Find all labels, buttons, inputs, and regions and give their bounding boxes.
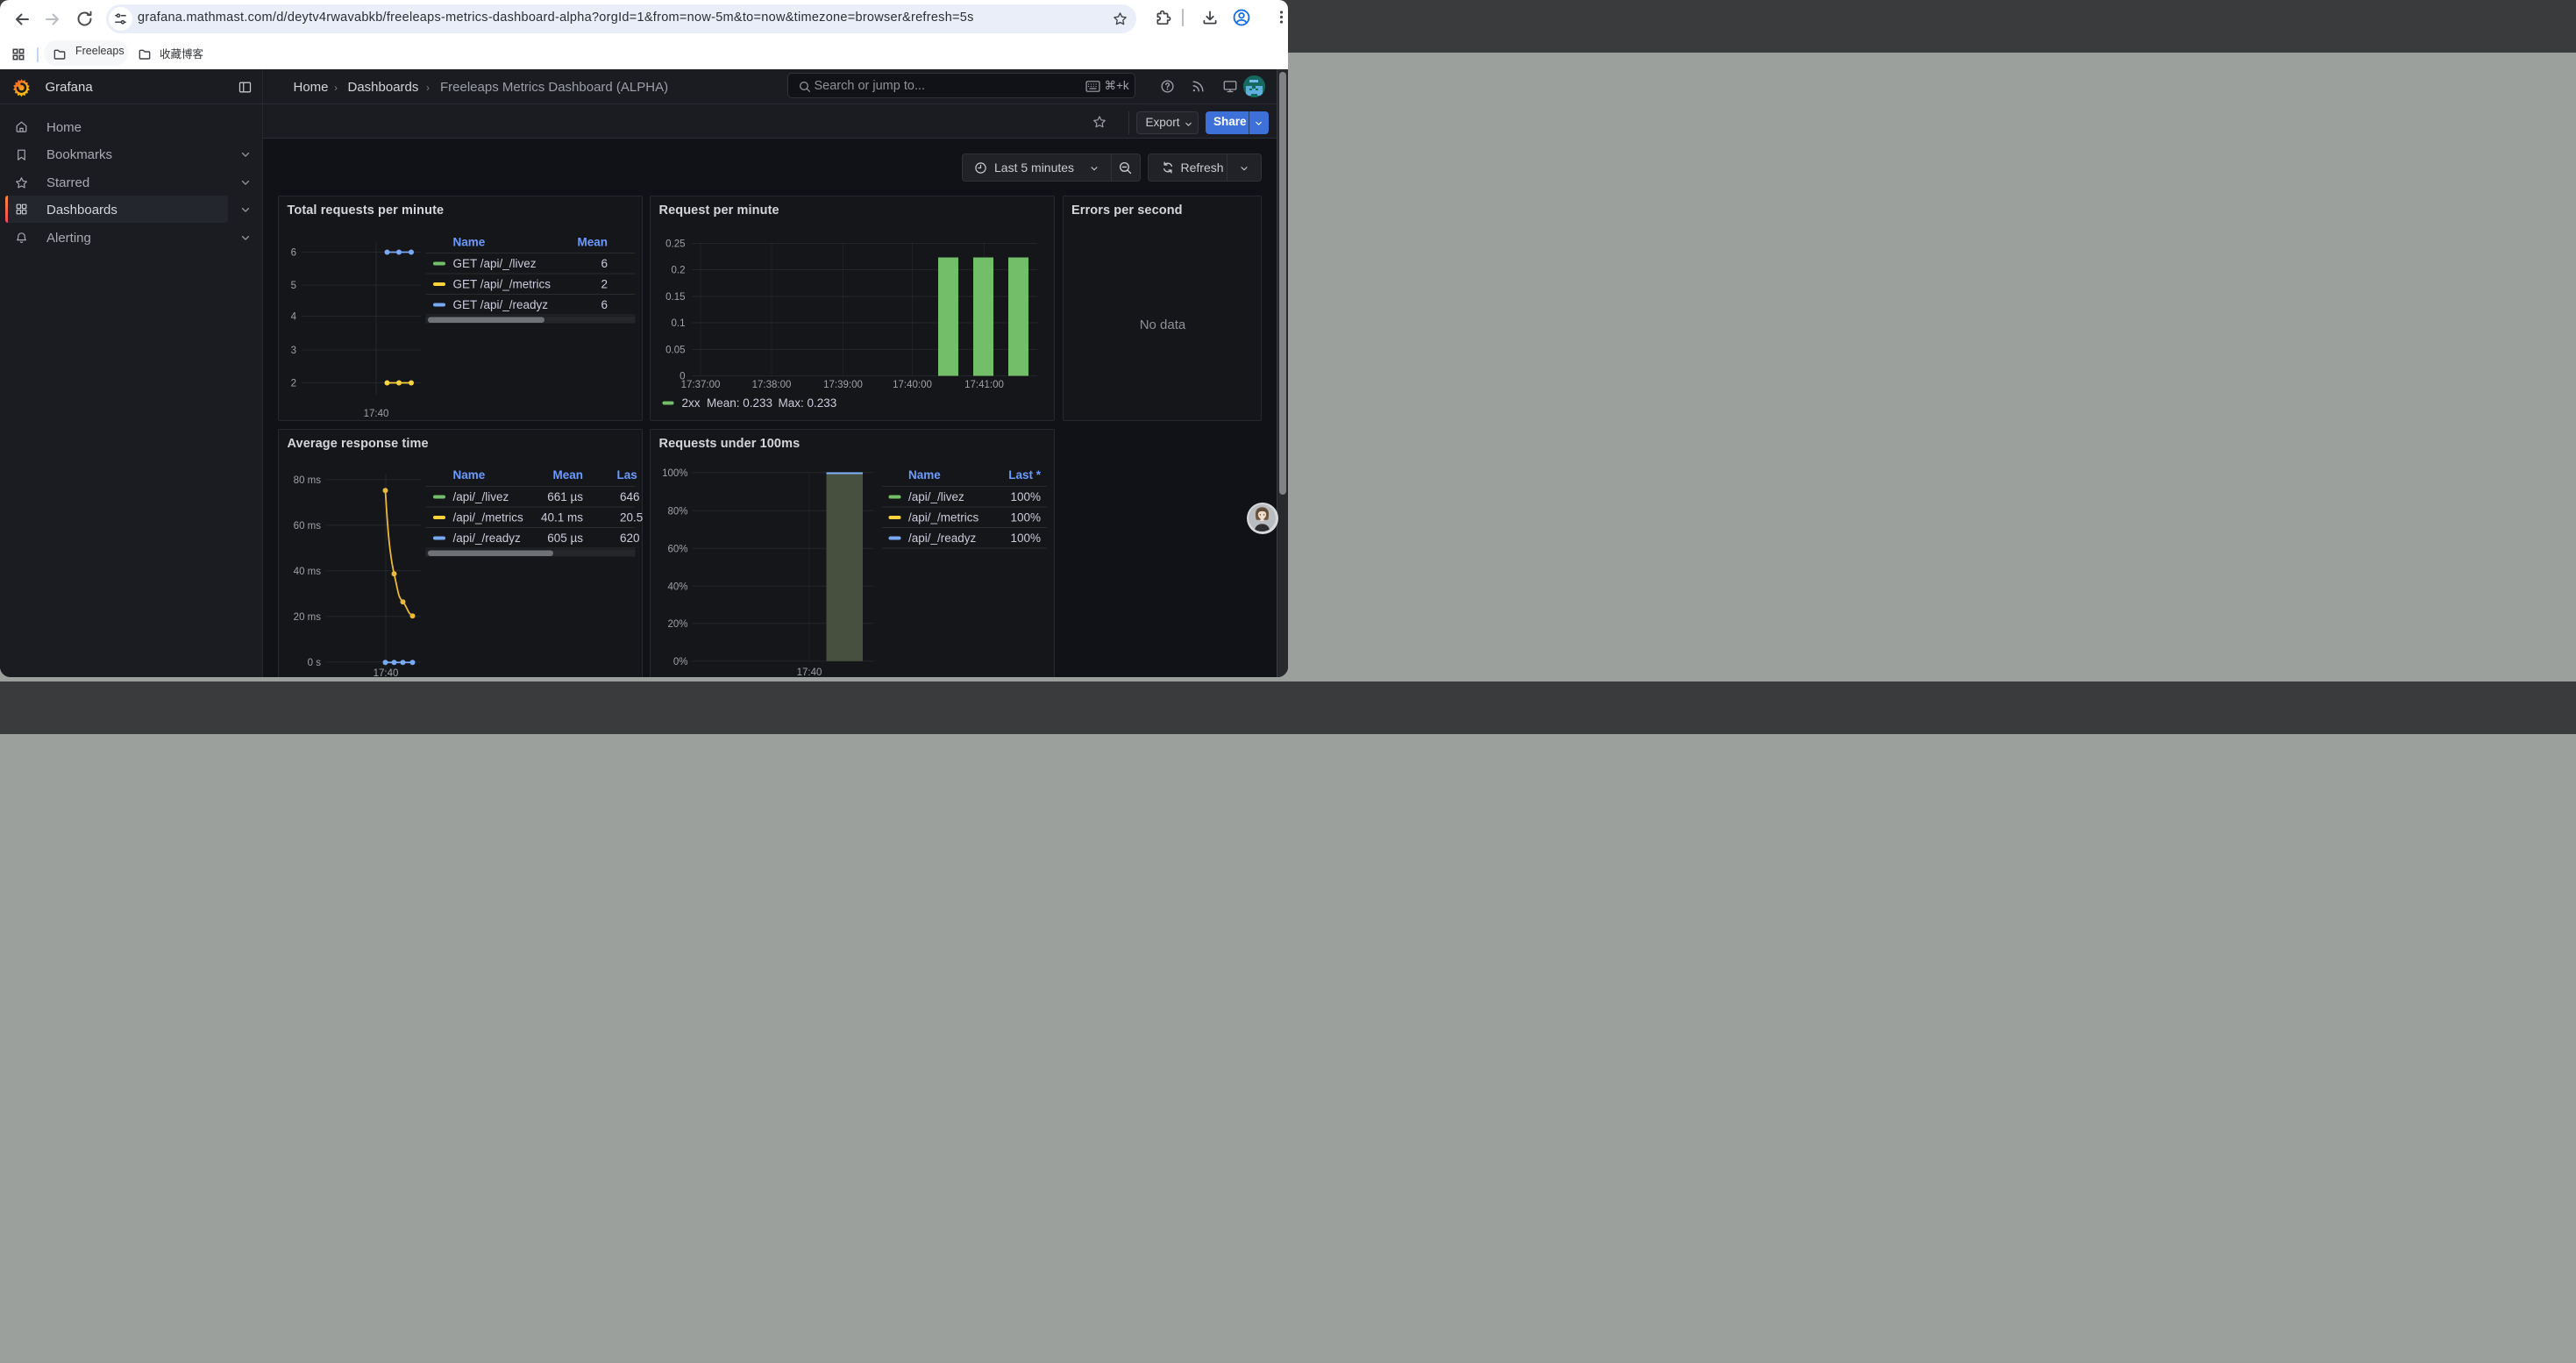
svg-text:Max: 0.233: Max: 0.233 [778, 396, 836, 410]
svg-text:100%: 100% [1010, 490, 1041, 503]
svg-text:620: 620 [620, 532, 640, 545]
svg-text:17:37:00: 17:37:00 [680, 380, 720, 390]
svg-text:Mean: 0.233: Mean: 0.233 [707, 396, 772, 410]
svg-text:100%: 100% [1010, 532, 1041, 545]
svg-text:5: 5 [290, 281, 295, 291]
svg-text:GET /api/_/livez: GET /api/_/livez [452, 257, 536, 270]
svg-text:17:40:00: 17:40:00 [893, 380, 932, 390]
svg-text:Mean: Mean [552, 468, 583, 482]
svg-text:4: 4 [290, 312, 296, 323]
svg-text:17:40: 17:40 [373, 668, 398, 677]
svg-text:3: 3 [290, 346, 295, 356]
svg-text:0.15: 0.15 [665, 292, 685, 303]
svg-text:17:41:00: 17:41:00 [964, 380, 1004, 390]
svg-text:Name: Name [452, 468, 485, 482]
svg-text:/api/_/metrics: /api/_/metrics [452, 511, 523, 525]
svg-text:0.2: 0.2 [671, 266, 685, 276]
svg-text:0 s: 0 s [307, 658, 321, 668]
svg-text:0.25: 0.25 [665, 239, 685, 250]
svg-text:20%: 20% [667, 619, 687, 630]
svg-text:Name: Name [452, 236, 485, 249]
svg-text:GET /api/_/readyz: GET /api/_/readyz [452, 298, 548, 311]
svg-text:GET /api/_/metrics: GET /api/_/metrics [452, 278, 551, 291]
svg-text:40%: 40% [667, 582, 687, 593]
svg-text:/api/_/livez: /api/_/livez [452, 490, 509, 503]
svg-text:0.05: 0.05 [665, 346, 685, 356]
svg-text:Last *: Last * [1008, 468, 1042, 482]
svg-text:605 µs: 605 µs [547, 532, 583, 545]
svg-text:0.1: 0.1 [671, 318, 685, 329]
svg-text:100%: 100% [662, 468, 687, 479]
svg-text:60%: 60% [667, 545, 687, 555]
svg-text:Las: Las [616, 468, 637, 482]
svg-text:/api/_/metrics: /api/_/metrics [908, 511, 979, 525]
svg-text:/api/_/readyz: /api/_/readyz [452, 532, 521, 545]
svg-text:20 ms: 20 ms [293, 612, 321, 623]
svg-text:6: 6 [601, 257, 608, 270]
svg-text:646: 646 [620, 490, 640, 503]
svg-text:40.1 ms: 40.1 ms [540, 511, 582, 525]
svg-text:17:40: 17:40 [796, 667, 822, 677]
svg-text:Name: Name [908, 468, 941, 482]
svg-text:17:40: 17:40 [363, 409, 388, 419]
svg-text:100%: 100% [1010, 511, 1041, 525]
svg-text:2: 2 [601, 278, 608, 291]
svg-text:80%: 80% [667, 507, 687, 517]
svg-text:0%: 0% [672, 657, 687, 667]
svg-text:6: 6 [601, 298, 608, 311]
svg-text:40 ms: 40 ms [293, 567, 321, 577]
svg-text:Mean: Mean [577, 236, 608, 249]
svg-text:80 ms: 80 ms [293, 475, 321, 486]
svg-text:/api/_/readyz: /api/_/readyz [908, 532, 977, 545]
svg-text:/api/_/livez: /api/_/livez [908, 490, 964, 503]
svg-text:20.5 r: 20.5 r [620, 511, 643, 525]
svg-text:60 ms: 60 ms [293, 521, 321, 532]
svg-text:6: 6 [290, 248, 295, 259]
svg-text:2: 2 [290, 379, 295, 389]
svg-text:2xx: 2xx [681, 396, 700, 410]
svg-text:661 µs: 661 µs [547, 490, 583, 503]
svg-text:17:39:00: 17:39:00 [823, 380, 863, 390]
svg-text:17:38:00: 17:38:00 [751, 380, 791, 390]
